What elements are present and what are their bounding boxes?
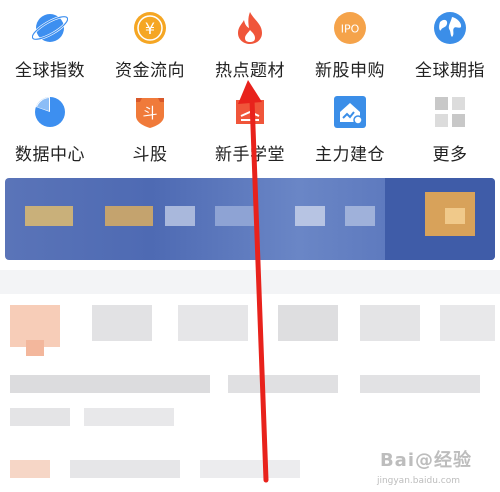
list-text-block bbox=[360, 375, 480, 393]
list-text-block bbox=[278, 305, 338, 341]
menu-item-label: 更多 bbox=[432, 145, 468, 165]
function-row-1: 全球指数 ¥ 资金流向 热点题材 IPO 新股申购 全球期指 bbox=[0, 6, 500, 81]
list-text-block bbox=[360, 305, 420, 341]
banner-pixel-block bbox=[25, 206, 73, 226]
watermark-logo: Bai@经验 bbox=[379, 450, 472, 471]
menu-item-more[interactable]: 更多 bbox=[400, 90, 500, 165]
list-text-block bbox=[10, 408, 70, 426]
menu-item-label: 全球期指 bbox=[415, 61, 485, 81]
grid-more-icon bbox=[432, 94, 468, 130]
watermark-url: jingyan.baidu.com bbox=[376, 476, 460, 486]
menu-item-dou-gu[interactable]: 斗 斗股 bbox=[100, 90, 200, 165]
graduation-cap-icon bbox=[232, 94, 268, 130]
menu-item-fund-flow[interactable]: ¥ 资金流向 bbox=[100, 6, 200, 81]
list-text-block bbox=[70, 460, 180, 478]
menu-item-label: 新股申购 bbox=[315, 61, 385, 81]
menu-item-label: 主力建仓 bbox=[315, 145, 385, 165]
ipo-icon: IPO bbox=[332, 10, 368, 46]
banner-pixel-block bbox=[345, 206, 375, 226]
ipo-glyph: IPO bbox=[341, 23, 360, 36]
list-text-block bbox=[92, 305, 152, 341]
banner-pixel-block bbox=[105, 206, 153, 226]
menu-item-main-force-position[interactable]: 主力建仓 bbox=[300, 90, 400, 165]
function-row-2: 数据中心 斗 斗股 新手学堂 主力建仓 更多 bbox=[0, 90, 500, 165]
dou-shield-icon: 斗 bbox=[132, 94, 168, 130]
list-text-block bbox=[178, 305, 248, 341]
menu-item-data-center[interactable]: 数据中心 bbox=[0, 90, 100, 165]
menu-item-label: 斗股 bbox=[132, 145, 168, 165]
menu-item-global-futures[interactable]: 全球期指 bbox=[400, 6, 500, 81]
yen-coin-icon: ¥ bbox=[132, 10, 168, 46]
menu-item-label: 热点题材 bbox=[215, 61, 285, 81]
menu-item-ipo-subscription[interactable]: IPO 新股申购 bbox=[300, 6, 400, 81]
promo-banner[interactable] bbox=[5, 178, 495, 260]
house-chart-icon bbox=[332, 94, 368, 130]
menu-item-hot-topics[interactable]: 热点题材 bbox=[200, 6, 300, 81]
list-text-block bbox=[10, 375, 210, 393]
menu-item-beginner-school[interactable]: 新手学堂 bbox=[200, 90, 300, 165]
dou-glyph: 斗 bbox=[142, 104, 157, 122]
list-thumbnail-block bbox=[26, 340, 44, 356]
menu-item-global-index[interactable]: 全球指数 bbox=[0, 6, 100, 81]
section-divider bbox=[0, 270, 500, 294]
list-text-block bbox=[200, 460, 300, 478]
list-text-block bbox=[228, 375, 338, 393]
menu-item-label: 数据中心 bbox=[15, 145, 85, 165]
banner-pixel-block bbox=[165, 206, 195, 226]
globe-icon bbox=[432, 10, 468, 46]
pie-chart-icon bbox=[32, 94, 68, 130]
list-text-block bbox=[440, 305, 495, 341]
menu-item-label: 全球指数 bbox=[15, 61, 85, 81]
planet-icon bbox=[32, 10, 68, 46]
list-text-block bbox=[84, 408, 174, 426]
menu-item-label: 新手学堂 bbox=[215, 145, 285, 165]
yen-glyph: ¥ bbox=[145, 19, 155, 38]
banner-pixel-block bbox=[215, 206, 255, 226]
banner-pixel-block bbox=[295, 206, 325, 226]
list-text-block bbox=[10, 460, 50, 478]
menu-item-label: 资金流向 bbox=[115, 61, 185, 81]
banner-pixel-block bbox=[445, 208, 465, 224]
flame-icon bbox=[232, 10, 268, 46]
